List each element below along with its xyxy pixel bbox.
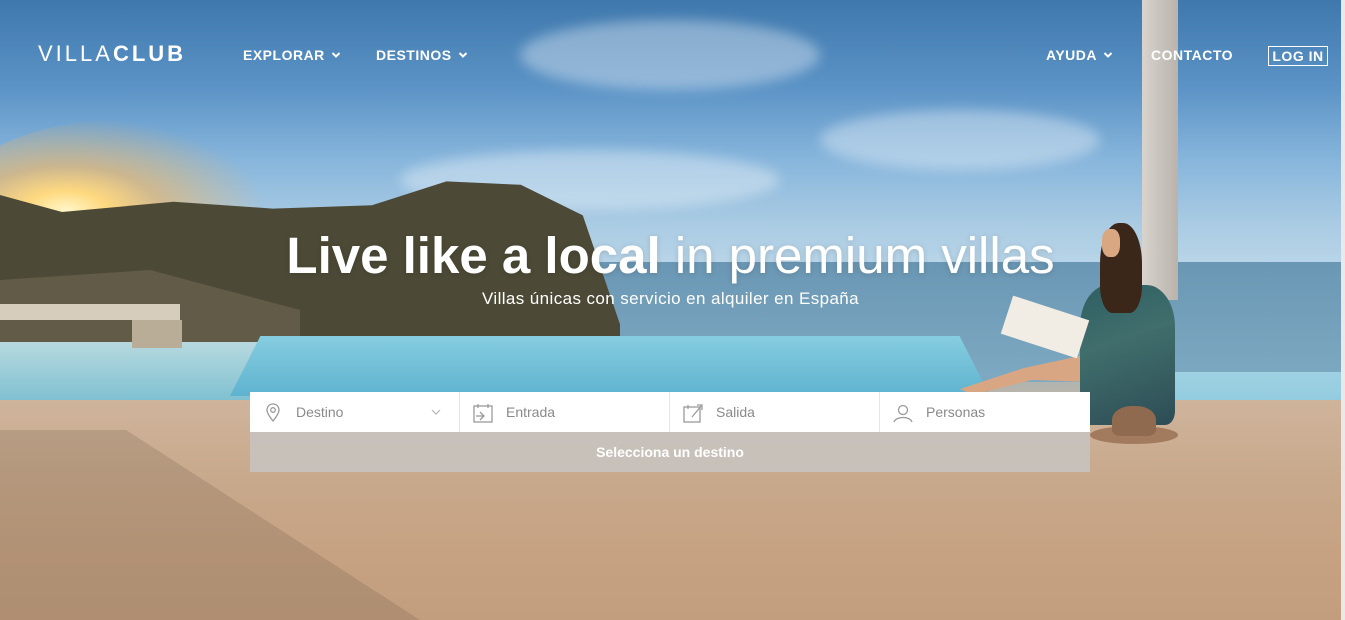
chevron-down-icon [431,409,441,415]
guests-field[interactable]: Personas [880,392,1090,432]
chevron-down-icon [331,52,341,58]
checkin-placeholder: Entrada [506,404,556,420]
destination-placeholder: Destino [296,404,344,420]
login-button[interactable]: LOG IN [1268,46,1328,66]
scrollbar[interactable] [1341,0,1345,620]
nav-contacto[interactable]: CONTACTO [1151,47,1233,63]
logo-text-light: VILLA [38,41,113,66]
nav-destinos-label: DESTINOS [376,47,452,63]
cloud [820,110,1100,170]
guests-placeholder: Personas [926,404,986,420]
villaclub-logo[interactable]: VILLACLUB [38,41,186,67]
headline-regular: in premium villas [674,227,1055,284]
checkin-date-field[interactable]: Entrada [460,392,670,432]
headline-bold: Live like a local [286,227,661,284]
destination-select[interactable]: Destino [250,392,460,432]
select-destination-button[interactable]: Selecciona un destino [250,432,1090,472]
nav-ayuda[interactable]: AYUDA [1046,47,1113,63]
calendar-out-icon [683,404,703,423]
logo-text-bold: CLUB [112,41,187,66]
search-fields: Destino Entrada Salida Personas [250,392,1090,432]
calendar-in-icon [473,404,493,423]
infinity-pool [230,336,990,396]
nav-destinos[interactable]: DESTINOS [376,47,468,63]
checkout-placeholder: Salida [716,404,755,420]
hero-subheadline: Villas únicas con servicio en alquiler e… [481,289,860,308]
chevron-down-icon [1103,52,1113,58]
chevron-down-icon [458,52,467,58]
hero-headline: Live like a local in premium villas [0,226,1341,286]
search-form: Destino Entrada Salida Personas Seleccio… [250,392,1090,472]
nav-ayuda-label: AYUDA [1046,47,1097,63]
top-navigation: VILLACLUB EXPLORAR DESTINOS AYUDA CONTAC… [0,0,1341,110]
map-pin-icon [266,403,280,422]
nav-explorar-label: EXPLORAR [243,47,325,63]
user-icon [893,404,913,423]
checkout-date-field[interactable]: Salida [670,392,880,432]
nav-contacto-label: CONTACTO [1151,47,1234,63]
straw-hat [1090,402,1178,444]
nav-explorar[interactable]: EXPLORAR [243,47,341,63]
